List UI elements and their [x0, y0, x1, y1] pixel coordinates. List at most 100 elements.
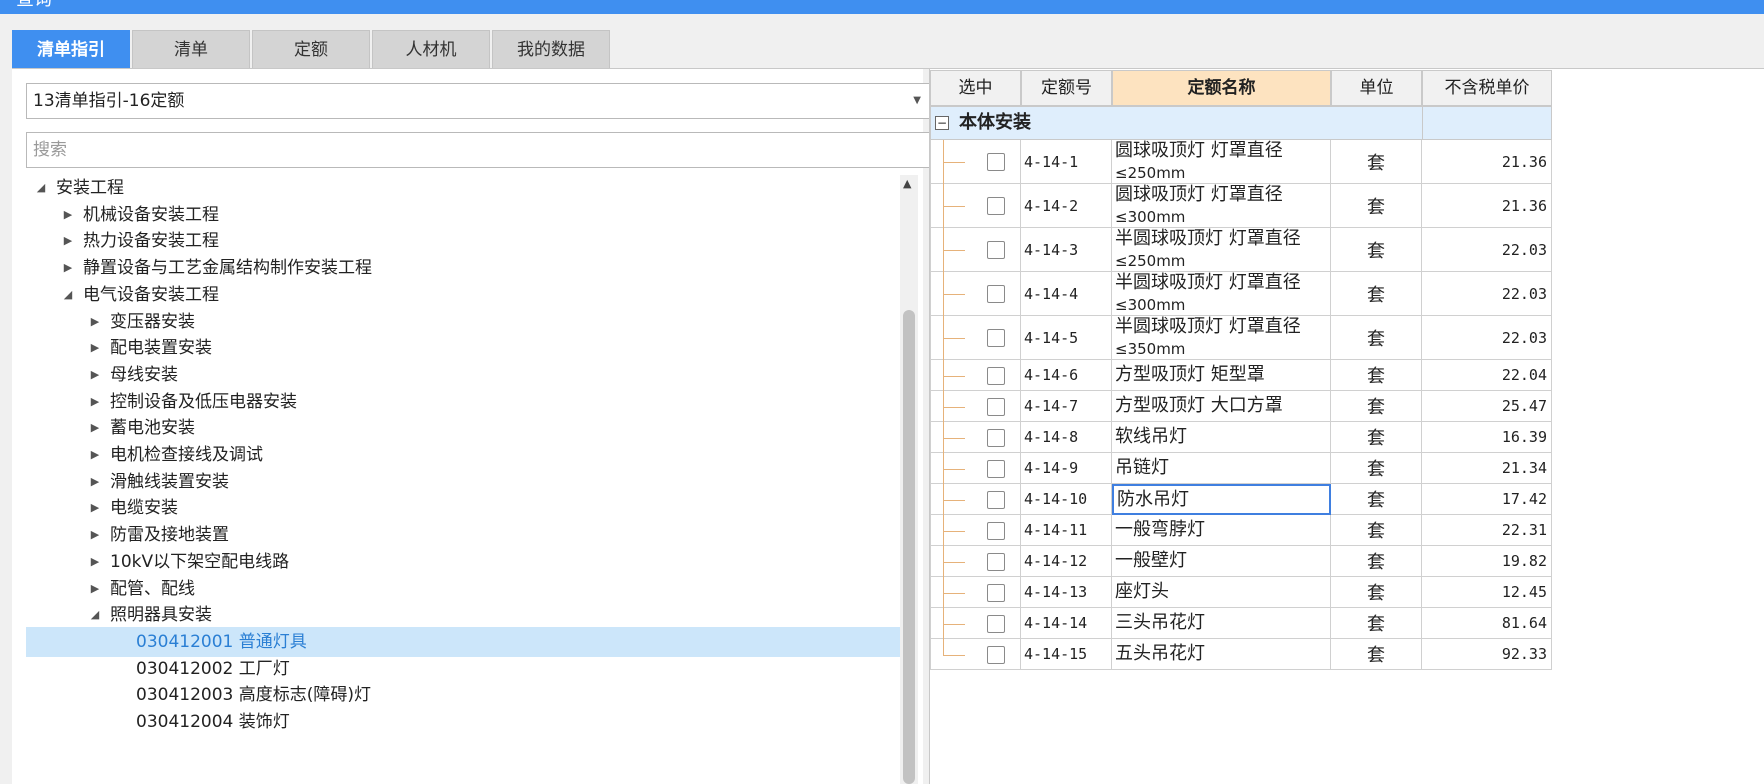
- scrollbar-thumb[interactable]: [903, 310, 915, 784]
- price-cell[interactable]: 81.64: [1422, 608, 1552, 639]
- table-row[interactable]: 4-14-11 一般弯脖灯 套 22.31: [930, 515, 1552, 546]
- caret-collapsed-icon[interactable]: ▶: [61, 200, 75, 230]
- quota-code-cell[interactable]: 4-14-5: [1021, 316, 1112, 360]
- header-select[interactable]: 选中: [930, 70, 1021, 106]
- tab-list[interactable]: 清单: [132, 30, 250, 68]
- caret-collapsed-icon[interactable]: ▶: [88, 547, 102, 577]
- header-quota-name[interactable]: 定额名称: [1112, 70, 1331, 106]
- tab-list-guide[interactable]: 清单指引: [12, 30, 130, 68]
- tree-leaf-item[interactable]: 030412001 普通灯具: [26, 626, 900, 657]
- tab-my-data[interactable]: 我的数据: [492, 30, 610, 68]
- caret-collapsed-icon[interactable]: ▶: [88, 467, 102, 497]
- select-checkbox[interactable]: [987, 584, 1005, 602]
- unit-cell[interactable]: 套: [1331, 228, 1422, 272]
- quota-name-cell[interactable]: 半圆球吸顶灯 灯罩直径 ≤350mm: [1112, 316, 1331, 360]
- tree-folder-item[interactable]: ▶ 控制设备及低压电器安装: [26, 387, 900, 417]
- quota-name-cell[interactable]: 圆球吸顶灯 灯罩直径 ≤300mm: [1112, 184, 1331, 228]
- table-row[interactable]: 4-14-5 半圆球吸顶灯 灯罩直径 ≤350mm 套 22.03: [930, 316, 1552, 360]
- quota-code-cell[interactable]: 4-14-2: [1021, 184, 1112, 228]
- unit-cell[interactable]: 套: [1331, 577, 1422, 608]
- tree-scrollbar[interactable]: ▲: [900, 175, 918, 784]
- quota-code-cell[interactable]: 4-14-11: [1021, 515, 1112, 546]
- table-row[interactable]: 4-14-4 半圆球吸顶灯 灯罩直径 ≤300mm 套 22.03: [930, 272, 1552, 316]
- tree-leaf-item[interactable]: 030412002 工厂灯: [26, 654, 900, 684]
- collapse-toggle-icon[interactable]: −: [935, 116, 949, 130]
- caret-collapsed-icon[interactable]: ▶: [88, 493, 102, 523]
- quota-name-cell[interactable]: 五头吊花灯: [1112, 639, 1331, 670]
- quota-code-cell[interactable]: 4-14-7: [1021, 391, 1112, 422]
- quota-name-cell[interactable]: 半圆球吸顶灯 灯罩直径 ≤250mm: [1112, 228, 1331, 272]
- unit-cell[interactable]: 套: [1331, 515, 1422, 546]
- select-checkbox[interactable]: [987, 241, 1005, 259]
- unit-cell[interactable]: 套: [1331, 453, 1422, 484]
- price-cell[interactable]: 92.33: [1422, 639, 1552, 670]
- select-checkbox[interactable]: [987, 553, 1005, 571]
- table-row[interactable]: 4-14-1 圆球吸顶灯 灯罩直径 ≤250mm 套 21.36: [930, 140, 1552, 184]
- tree-folder-item[interactable]: ▶ 机械设备安装工程: [26, 200, 900, 230]
- tree-folder-item[interactable]: ▶ 配管、配线: [26, 574, 900, 604]
- table-row[interactable]: 4-14-12 一般壁灯 套 19.82: [930, 546, 1552, 577]
- quota-code-cell[interactable]: 4-14-14: [1021, 608, 1112, 639]
- price-cell[interactable]: 22.04: [1422, 360, 1552, 391]
- caret-collapsed-icon[interactable]: ▶: [88, 574, 102, 604]
- tree-folder-item[interactable]: ▶ 电机检查接线及调试: [26, 440, 900, 470]
- tree-folder-item[interactable]: ▶ 防雷及接地装置: [26, 520, 900, 550]
- quota-code-cell[interactable]: 4-14-13: [1021, 577, 1112, 608]
- quota-code-cell[interactable]: 4-14-4: [1021, 272, 1112, 316]
- price-cell[interactable]: 25.47: [1422, 391, 1552, 422]
- unit-cell[interactable]: 套: [1331, 484, 1422, 515]
- caret-expanded-icon[interactable]: ◢: [88, 600, 102, 630]
- table-row[interactable]: 4-14-6 方型吸顶灯 矩型罩 套 22.04: [930, 360, 1552, 391]
- quota-name-cell[interactable]: 三头吊花灯: [1112, 608, 1331, 639]
- price-cell[interactable]: 22.03: [1422, 272, 1552, 316]
- tree-leaf-item[interactable]: 030412004 装饰灯: [26, 707, 900, 737]
- tree-folder-item[interactable]: ▶ 电缆安装: [26, 493, 900, 523]
- unit-cell[interactable]: 套: [1331, 391, 1422, 422]
- tree-folder-item[interactable]: ▶ 母线安装: [26, 360, 900, 390]
- quota-name-cell[interactable]: 方型吸顶灯 矩型罩: [1112, 360, 1331, 391]
- quota-code-cell[interactable]: 4-14-6: [1021, 360, 1112, 391]
- caret-collapsed-icon[interactable]: ▶: [88, 387, 102, 417]
- tab-quota[interactable]: 定额: [252, 30, 370, 68]
- quota-name-cell[interactable]: 方型吸顶灯 大口方罩: [1112, 391, 1331, 422]
- table-row[interactable]: 4-14-7 方型吸顶灯 大口方罩 套 25.47: [930, 391, 1552, 422]
- quota-name-cell[interactable]: 吊链灯: [1112, 453, 1331, 484]
- unit-cell[interactable]: 套: [1331, 546, 1422, 577]
- unit-cell[interactable]: 套: [1331, 608, 1422, 639]
- select-checkbox[interactable]: [987, 522, 1005, 540]
- tree-folder-item[interactable]: ▶ 滑触线装置安装: [26, 467, 900, 497]
- tree-folder-item[interactable]: ◢ 电气设备安装工程: [26, 280, 900, 310]
- tree-folder-item[interactable]: ▶ 蓄电池安装: [26, 413, 900, 443]
- table-row[interactable]: 4-14-3 半圆球吸顶灯 灯罩直径 ≤250mm 套 22.03: [930, 228, 1552, 272]
- select-checkbox[interactable]: [987, 329, 1005, 347]
- select-checkbox[interactable]: [987, 615, 1005, 633]
- header-quota-code[interactable]: 定额号: [1021, 70, 1112, 106]
- tree-folder-item[interactable]: ▶ 10kV以下架空配电线路: [26, 547, 900, 577]
- quota-code-cell[interactable]: 4-14-12: [1021, 546, 1112, 577]
- select-checkbox[interactable]: [987, 460, 1005, 478]
- header-price-excl-tax[interactable]: 不含税单价: [1422, 70, 1552, 106]
- header-unit[interactable]: 单位: [1331, 70, 1422, 106]
- unit-cell[interactable]: 套: [1331, 639, 1422, 670]
- tree-leaf-item[interactable]: 030412003 高度标志(障碍)灯: [26, 680, 900, 710]
- price-cell[interactable]: 22.03: [1422, 316, 1552, 360]
- quota-name-cell[interactable]: 圆球吸顶灯 灯罩直径 ≤250mm: [1112, 140, 1331, 184]
- unit-cell[interactable]: 套: [1331, 422, 1422, 453]
- select-checkbox[interactable]: [987, 491, 1005, 509]
- price-cell[interactable]: 21.36: [1422, 184, 1552, 228]
- unit-cell[interactable]: 套: [1331, 360, 1422, 391]
- quota-code-cell[interactable]: 4-14-3: [1021, 228, 1112, 272]
- unit-cell[interactable]: 套: [1331, 272, 1422, 316]
- quota-name-cell[interactable]: 座灯头: [1112, 577, 1331, 608]
- select-checkbox[interactable]: [987, 367, 1005, 385]
- price-cell[interactable]: 16.39: [1422, 422, 1552, 453]
- caret-collapsed-icon[interactable]: ▶: [88, 440, 102, 470]
- quota-code-cell[interactable]: 4-14-10: [1021, 484, 1112, 515]
- price-cell[interactable]: 12.45: [1422, 577, 1552, 608]
- price-cell[interactable]: 21.36: [1422, 140, 1552, 184]
- quota-name-cell[interactable]: 防水吊灯: [1112, 484, 1331, 515]
- table-row[interactable]: 4-14-2 圆球吸顶灯 灯罩直径 ≤300mm 套 21.36: [930, 184, 1552, 228]
- price-cell[interactable]: 19.82: [1422, 546, 1552, 577]
- tree-folder-item[interactable]: ▶ 变压器安装: [26, 307, 900, 337]
- tree-folder-item[interactable]: ▶ 热力设备安装工程: [26, 226, 900, 256]
